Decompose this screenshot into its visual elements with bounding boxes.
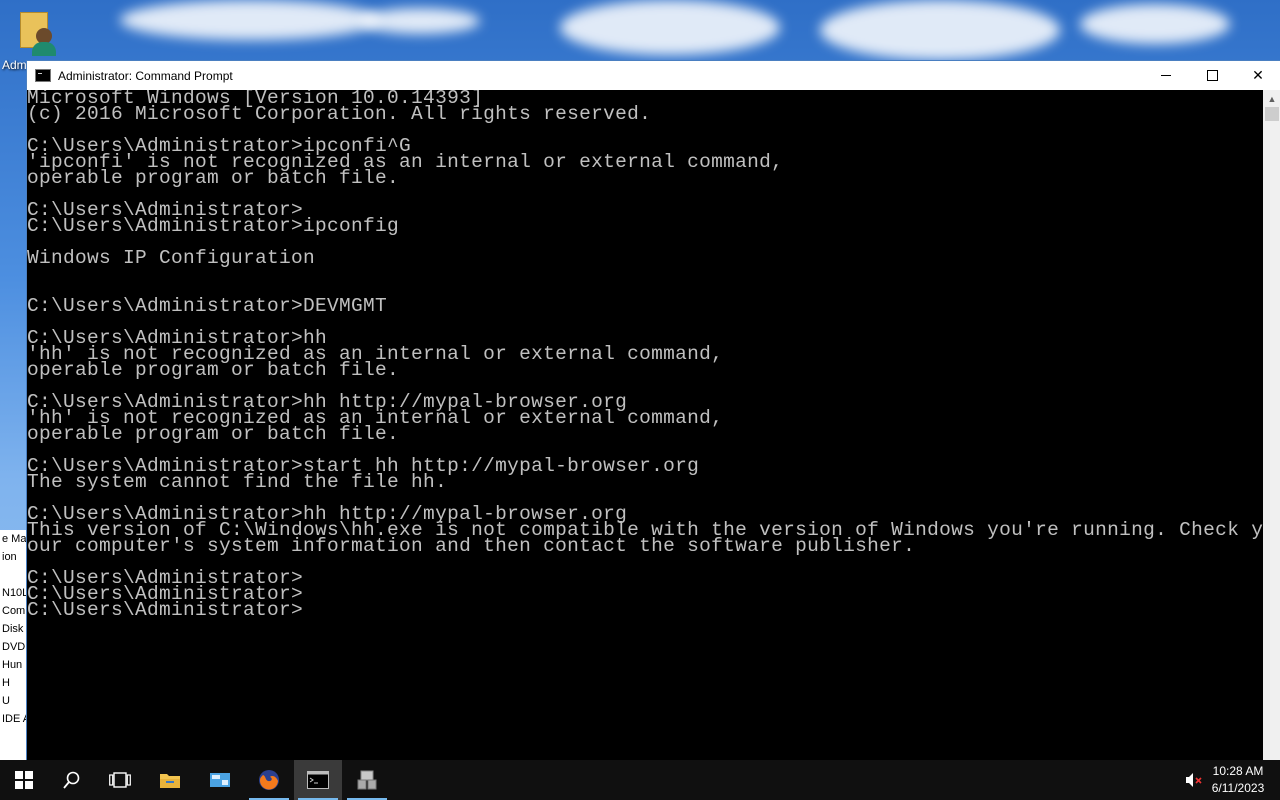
cloud xyxy=(120,0,380,40)
console-line: C:\Users\Administrator>ipconfig xyxy=(27,215,400,237)
background-window-row xyxy=(0,566,28,584)
search-button[interactable] xyxy=(48,760,96,800)
desktop-icon-label: Adm xyxy=(2,58,27,72)
firefox-button[interactable] xyxy=(245,760,293,800)
system-clock[interactable]: 10:28 AM 6/11/2023 xyxy=(1208,763,1268,797)
file-explorer-button[interactable] xyxy=(146,760,194,800)
search-icon xyxy=(63,771,80,789)
close-icon: ✕ xyxy=(1252,67,1264,83)
console-output[interactable]: Microsoft Windows [Version 10.0.14393] (c… xyxy=(27,90,1263,761)
console-line: Windows IP Configuration xyxy=(27,247,316,269)
taskbar: 10:28 AM 6/11/2023 xyxy=(0,760,1280,800)
background-window-row: IDE A xyxy=(2,713,28,725)
minimize-button[interactable] xyxy=(1143,61,1189,90)
firefox-icon xyxy=(259,770,279,790)
clock-date: 6/11/2023 xyxy=(1211,781,1265,795)
background-window-edge[interactable]: e Ma ion N10L Com Disk DVD Hun H U IDE A xyxy=(0,530,28,760)
cloud xyxy=(820,0,1060,60)
task-view-icon xyxy=(109,772,131,788)
command-prompt-taskbar-button[interactable] xyxy=(294,760,342,800)
network-app-icon xyxy=(357,770,377,790)
title-bar[interactable]: Administrator: Command Prompt ✕ xyxy=(27,61,1280,90)
file-explorer-icon xyxy=(160,774,180,788)
background-window-row: ion xyxy=(2,551,17,563)
background-window-row: Hun xyxy=(2,659,23,671)
clock-time: 10:28 AM xyxy=(1212,764,1264,778)
scroll-up-arrow-icon[interactable]: ▲ xyxy=(1263,90,1280,107)
vertical-scrollbar[interactable]: ▲ xyxy=(1263,90,1280,761)
maximize-icon xyxy=(1206,70,1218,81)
start-button[interactable] xyxy=(0,760,48,800)
task-view-button[interactable] xyxy=(96,760,144,800)
background-window-row: e Ma xyxy=(2,533,27,545)
console-line: (c) 2016 Microsoft Corporation. All righ… xyxy=(27,103,652,125)
cloud xyxy=(360,8,480,34)
cloud xyxy=(1080,4,1230,44)
maximize-button[interactable] xyxy=(1189,61,1235,90)
background-window-row: U xyxy=(2,695,10,707)
console-line: C:\Users\Administrator>DEVMGMT xyxy=(27,295,388,317)
window-title: Administrator: Command Prompt xyxy=(58,68,233,83)
server-manager-button[interactable] xyxy=(196,760,244,800)
console-line: C:\Users\Administrator> xyxy=(27,599,304,621)
command-prompt-icon xyxy=(307,771,329,789)
background-window-row: Disk xyxy=(2,623,24,635)
scroll-thumb[interactable] xyxy=(1265,107,1279,121)
console-app-icon[interactable] xyxy=(35,69,51,82)
background-window-row: DVD xyxy=(2,641,26,653)
server-manager-icon xyxy=(210,773,230,787)
volume-muted-icon[interactable] xyxy=(1184,771,1204,789)
close-button[interactable]: ✕ xyxy=(1235,61,1280,90)
command-prompt-window[interactable]: Administrator: Command Prompt ✕ Microsof… xyxy=(26,60,1280,762)
background-window-row: H xyxy=(2,677,10,689)
cloud xyxy=(560,0,780,55)
background-window-row: N10L xyxy=(2,587,28,599)
windows-logo-icon xyxy=(15,771,33,789)
network-app-button[interactable] xyxy=(343,760,391,800)
minimize-icon xyxy=(1161,75,1171,76)
background-window-row: Com xyxy=(2,605,26,617)
